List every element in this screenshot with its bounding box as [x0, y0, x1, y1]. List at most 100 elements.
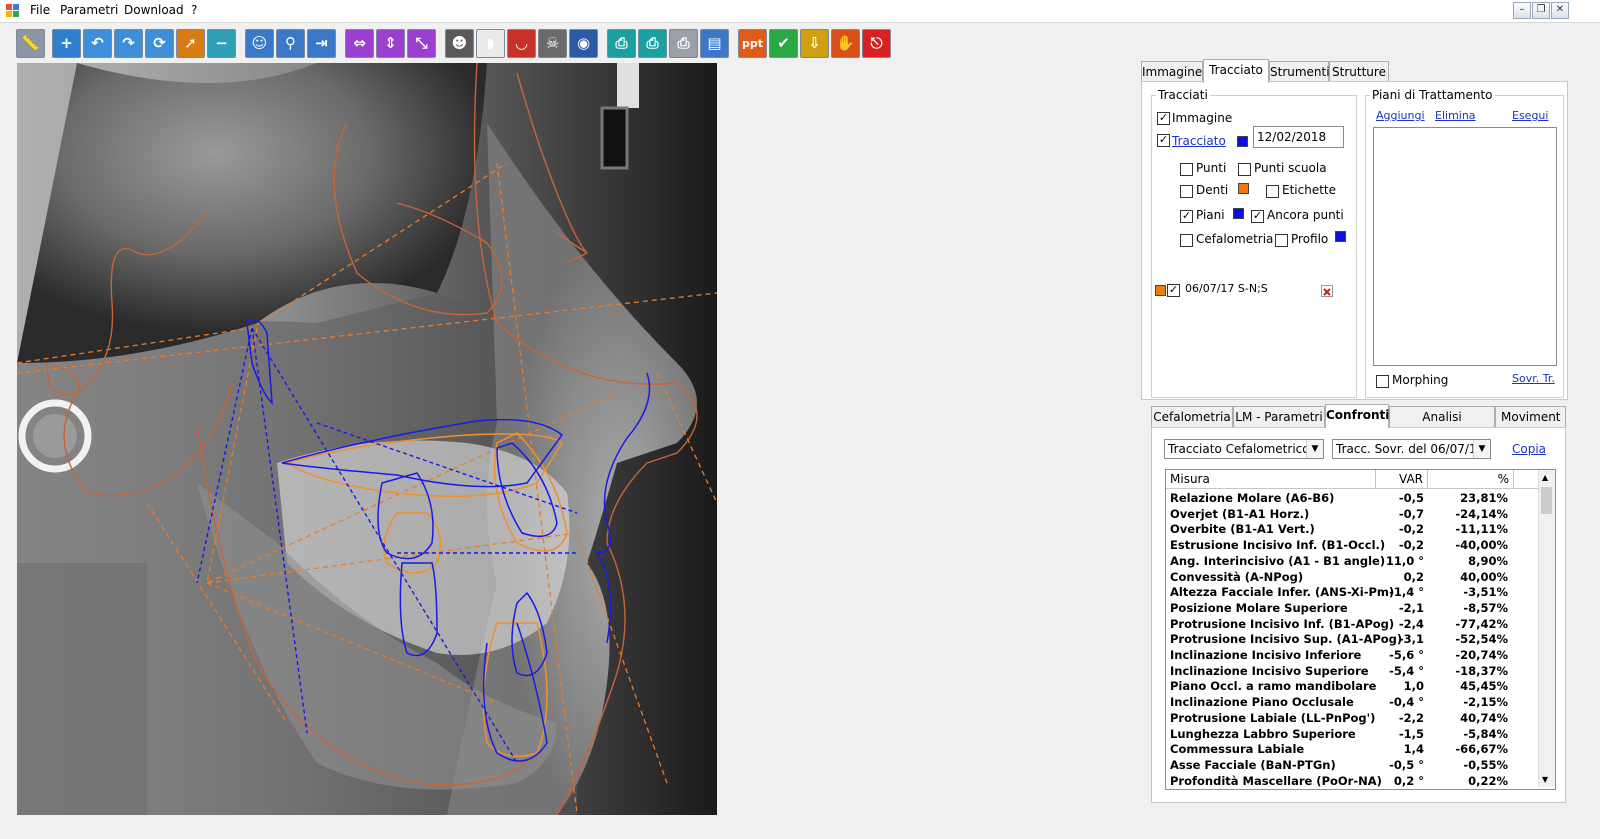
tab-lm-parametri[interactable]: LM - Parametri — [1233, 406, 1325, 427]
zoom-in-icon[interactable]: + — [52, 29, 81, 58]
morphing-checkbox[interactable] — [1376, 375, 1389, 388]
scroll-thumb[interactable] — [1541, 487, 1552, 514]
table-row[interactable]: Inclinazione Incisivo Superiore -5,4 ° -18… — [1166, 664, 1539, 680]
table-scrollbar[interactable]: ▲ ▼ — [1538, 470, 1555, 787]
tracciato-link[interactable]: Tracciato — [1172, 134, 1226, 148]
tab-moviment[interactable]: Moviment — [1495, 406, 1566, 427]
flip-vertical-icon[interactable]: ⇕ — [376, 29, 405, 58]
download-icon[interactable]: ⇩ — [800, 29, 829, 58]
table-row[interactable]: Profondità Mascellare (PoOr-NA) 0,2 ° 0,22… — [1166, 774, 1539, 789]
etichette-checkbox[interactable] — [1266, 185, 1279, 198]
piani-color-swatch[interactable] — [1233, 208, 1244, 219]
denti-color-swatch[interactable] — [1238, 183, 1249, 194]
rotate-icon[interactable]: ⤡ — [407, 29, 436, 58]
table-row[interactable]: Overbite (B1-A1 Vert.) -0,2 -11,11% — [1166, 522, 1539, 538]
hand-icon[interactable]: ✋ — [831, 29, 860, 58]
punti-checkbox[interactable] — [1180, 163, 1193, 176]
redo-icon[interactable]: ↷ — [114, 29, 143, 58]
xray-canvas[interactable] — [17, 63, 717, 815]
ruler-icon[interactable]: 📏 — [16, 29, 45, 58]
scroll-down-icon[interactable]: ▼ — [1542, 775, 1548, 784]
scroll-up-icon[interactable]: ▲ — [1542, 473, 1548, 482]
scanner-icon[interactable]: ▤ — [700, 29, 729, 58]
treatment-plans-list[interactable] — [1373, 127, 1557, 366]
eye-icon[interactable]: ◉ — [569, 29, 598, 58]
table-row[interactable]: Altezza Facciale Infer. (ANS-Xi-Pm) -1,4 … — [1166, 585, 1539, 601]
table-row[interactable]: Asse Facciale (BaN-PTGn) -0,5 ° -0,55% — [1166, 758, 1539, 774]
tracciato-date-field[interactable]: 12/02/2018 — [1253, 126, 1344, 148]
table-row[interactable]: Piano Occl. a ramo mandibolare 1,0 45,45% — [1166, 679, 1539, 695]
chevron-down-icon[interactable]: ▼ — [1473, 440, 1490, 458]
header-misura[interactable]: Misura — [1166, 470, 1376, 488]
tab-strumenti[interactable]: Strumenti — [1269, 61, 1330, 82]
minimize-button[interactable]: – — [1513, 2, 1531, 19]
table-row[interactable]: Estrusione Incisivo Inf. (B1-Occl.) -0,2 -… — [1166, 538, 1539, 554]
table-row[interactable]: Overjet (B1-A1 Horz.) -0,7 -24,14% — [1166, 507, 1539, 523]
print-icon[interactable]: ⎙ — [607, 29, 636, 58]
aggiungi-link[interactable]: Aggiungi — [1376, 109, 1425, 122]
esegui-link[interactable]: Esegui — [1512, 109, 1548, 122]
check-icon[interactable]: ✔ — [769, 29, 798, 58]
smile-icon[interactable]: ◡ — [507, 29, 536, 58]
flip-horizontal-icon[interactable]: ⇔ — [345, 29, 374, 58]
menu-parametri[interactable]: Parametri — [60, 3, 118, 17]
profilo-color-swatch[interactable] — [1335, 231, 1346, 242]
table-row[interactable]: Inclinazione Incisivo Inferiore -5,6 ° -20… — [1166, 648, 1539, 664]
table-row[interactable]: Protrusione Incisivo Sup. (A1-APog) -3,1 -… — [1166, 632, 1539, 648]
table-row[interactable]: Posizione Molare Superiore -2,1 -8,57% — [1166, 601, 1539, 617]
chevron-down-icon[interactable]: ▼ — [1306, 440, 1323, 458]
profile-photo-icon[interactable]: ☻ — [445, 29, 474, 58]
table-row[interactable]: Inclinazione Piano Occlusale -0,4 ° -2,15% — [1166, 695, 1539, 711]
tab-immagine[interactable]: Immagine — [1141, 61, 1203, 82]
sovr-tr-link[interactable]: Sovr. Tr. — [1512, 372, 1555, 385]
tab-analisi-vertebrale[interactable]: Analisi Vertebrale — [1389, 406, 1495, 445]
tab-confronti[interactable]: Confronti — [1325, 404, 1389, 428]
ancora-punti-checkbox[interactable]: ✓ — [1251, 210, 1264, 223]
sovrapposizione-select[interactable]: Tracc. Sovr. del 06/07/17 ▼ — [1332, 439, 1491, 459]
table-row[interactable]: Protrusione Labiale (LL-PnPog') -2,2 40,74… — [1166, 711, 1539, 727]
header-var[interactable]: VAR — [1376, 470, 1428, 488]
pointer-icon[interactable]: ➚ — [176, 29, 205, 58]
header-percent[interactable]: % — [1428, 470, 1514, 488]
print-preview-icon[interactable]: ⎙ — [638, 29, 667, 58]
patient-search-icon[interactable]: ⚲ — [276, 29, 305, 58]
patient-icon[interactable]: ☺ — [245, 29, 274, 58]
table-row[interactable]: Protrusione Incisivo Inf. (B1-APog) -2,4 -… — [1166, 617, 1539, 633]
tracciato-color-swatch[interactable] — [1237, 136, 1248, 147]
menu-download[interactable]: Download — [124, 3, 184, 17]
delete-overlay-icon[interactable] — [1321, 285, 1333, 297]
copia-link[interactable]: Copia — [1512, 442, 1546, 456]
lamp-icon[interactable]: ◗ — [476, 29, 505, 58]
tracciato-checkbox[interactable]: ✓ — [1157, 134, 1170, 147]
skull-icon[interactable]: ☠ — [538, 29, 567, 58]
confronti-table[interactable]: Misura VAR % Relazione Molare (A6-B6) -0,… — [1165, 469, 1556, 790]
app-icon[interactable] — [6, 4, 19, 17]
menu-help[interactable]: ? — [191, 3, 197, 17]
piani-checkbox[interactable]: ✓ — [1180, 210, 1193, 223]
menu-file[interactable]: File — [30, 3, 50, 17]
tab-strutture[interactable]: Strutture — [1329, 61, 1389, 82]
tab-cefalometria[interactable]: Cefalometria — [1151, 406, 1233, 427]
punti-scuola-checkbox[interactable] — [1238, 163, 1251, 176]
profilo-checkbox[interactable] — [1275, 234, 1288, 247]
immagine-checkbox[interactable]: ✓ — [1157, 112, 1170, 125]
import-icon[interactable]: ⇥ — [307, 29, 336, 58]
zoom-out-icon[interactable]: − — [207, 29, 236, 58]
tab-tracciato[interactable]: Tracciato — [1203, 59, 1269, 83]
table-row[interactable]: Convessità (A-NPog) 0,2 40,00% — [1166, 570, 1539, 586]
table-row[interactable]: Lunghezza Labbro Superiore -1,5 -5,84% — [1166, 727, 1539, 743]
elimina-link[interactable]: Elimina — [1435, 109, 1476, 122]
cephalometric-xray-image[interactable] — [17, 63, 717, 815]
refresh-icon[interactable]: ⟳ — [145, 29, 174, 58]
cefalometria-checkbox[interactable] — [1180, 234, 1193, 247]
table-row[interactable]: Ang. Interincisivo (A1 - B1 angle) 11,0 °… — [1166, 554, 1539, 570]
table-row[interactable]: Commessura Labiale 1,4 -66,67% — [1166, 742, 1539, 758]
table-row[interactable]: Relazione Molare (A6-B6) -0,5 23,81% — [1166, 491, 1539, 507]
undo-icon[interactable]: ↶ — [83, 29, 112, 58]
exit-icon[interactable]: ⎋ — [862, 29, 891, 58]
close-button[interactable]: ✕ — [1551, 2, 1569, 19]
restore-button[interactable]: ❐ — [1532, 2, 1550, 19]
powerpoint-icon[interactable]: ppt — [738, 29, 767, 58]
overlay-color-swatch[interactable] — [1155, 285, 1166, 296]
overlay-checkbox[interactable]: ✓ — [1167, 284, 1180, 297]
